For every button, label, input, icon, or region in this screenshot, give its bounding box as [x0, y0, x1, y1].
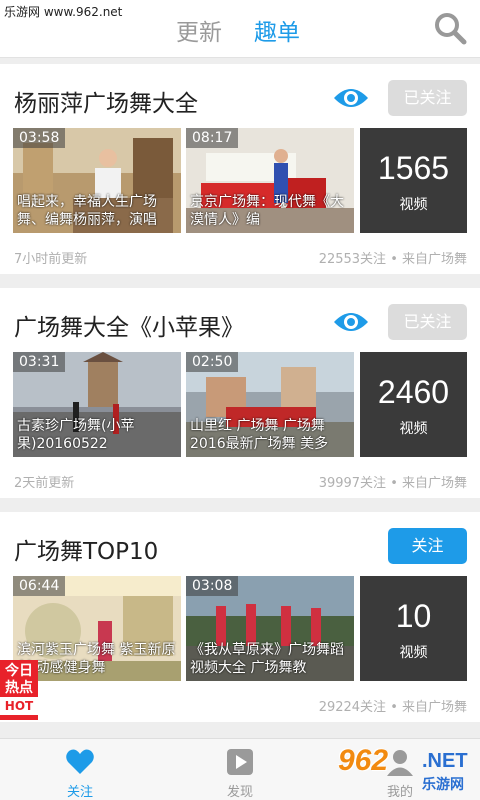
- video-thumbnail[interactable]: 03:58 唱起来，幸福人生广场舞、编舞杨丽萍，演唱: [13, 128, 181, 233]
- tab-update[interactable]: 更新: [176, 13, 222, 47]
- video-count-label: 视频: [399, 197, 428, 213]
- video-duration: 08:17: [186, 128, 239, 148]
- video-duration: 06:44: [13, 576, 66, 596]
- video-thumbnail[interactable]: 08:17 京京广场舞：现代舞《大漠情人》编: [186, 128, 354, 233]
- eye-icon[interactable]: [333, 84, 369, 112]
- video-title: 唱起来，幸福人生广场舞、编舞杨丽萍，演唱: [17, 194, 157, 228]
- eye-icon[interactable]: [333, 308, 369, 336]
- nav-follow[interactable]: 关注: [40, 747, 120, 800]
- follow-button[interactable]: 关注: [388, 528, 467, 564]
- playlist-meta: 29224关注 • 来自广场舞: [318, 700, 467, 715]
- video-thumbnail[interactable]: 03:08 《我从草原来》广场舞蹈视频大全 广场舞教: [186, 576, 354, 681]
- video-title: 山里红 广场舞 广场舞2016最新广场舞 美多: [190, 418, 329, 452]
- logo-number: 962: [338, 744, 389, 777]
- playlist-title: 杨丽萍广场舞大全: [14, 91, 198, 117]
- nav-discover[interactable]: 发现: [200, 747, 280, 800]
- follow-button[interactable]: 已关注: [388, 304, 467, 340]
- video-duration: 03:58: [13, 128, 66, 148]
- search-icon[interactable]: [433, 11, 467, 45]
- video-count: 1565: [377, 150, 450, 186]
- nav-follow-label: 关注: [66, 785, 93, 800]
- playlist-card-1[interactable]: 杨丽萍广场舞大全 已关注 03:58 唱起来，幸福人生广场舞、编舞杨丽萍，演唱: [0, 64, 480, 274]
- follow-button[interactable]: 已关注: [388, 80, 467, 116]
- hot-badge[interactable]: 今日 热点 HOT: [0, 660, 38, 720]
- hot-badge-line3: HOT: [0, 697, 38, 715]
- updated-time: 7小时前更新: [14, 252, 88, 267]
- video-thumbnail[interactable]: 03:31 古素珍广场舞(小苹果)20160522: [13, 352, 181, 457]
- playlist-title: 广场舞TOP10: [14, 539, 159, 565]
- site-logo: 962 .NET 乐游网: [338, 744, 474, 796]
- video-title: 滨河紫玉广场舞 紫玉新原创 动感健身舞: [17, 642, 176, 676]
- playlist-meta: 22553关注 • 来自广场舞: [318, 252, 467, 267]
- video-title: 古素珍广场舞(小苹果)20160522: [17, 418, 135, 452]
- video-count-tile[interactable]: 10 视频: [360, 576, 467, 681]
- watermark-text: 乐游网 www.962.net: [0, 0, 123, 24]
- video-title: 《我从草原来》广场舞蹈视频大全 广场舞教: [190, 642, 344, 676]
- video-count: 2460: [377, 374, 450, 410]
- video-count: 10: [395, 598, 432, 634]
- playlist-meta: 39997关注 • 来自广场舞: [318, 476, 467, 491]
- updated-time: 2天前更新: [14, 476, 75, 491]
- heart-icon: [66, 749, 94, 774]
- hot-badge-line2: 热点: [5, 680, 33, 696]
- playlist-card-3[interactable]: 广场舞TOP10 关注 06:44 滨河紫玉广场舞 紫玉新原创 动感健身舞 03…: [0, 512, 480, 722]
- video-count-tile[interactable]: 2460 视频: [360, 352, 467, 457]
- playlist-card-2[interactable]: 广场舞大全《小苹果》 已关注 03:31 古素珍广场舞(小苹果)20160522…: [0, 288, 480, 498]
- video-count-label: 视频: [399, 421, 428, 437]
- video-thumbnail[interactable]: 02:50 山里红 广场舞 广场舞2016最新广场舞 美多: [186, 352, 354, 457]
- video-duration: 02:50: [186, 352, 239, 372]
- tab-qudan[interactable]: 趣单: [254, 13, 300, 47]
- play-icon: [227, 749, 253, 775]
- video-duration: 03:31: [13, 352, 66, 372]
- hot-badge-line1: 今日: [5, 663, 33, 679]
- nav-discover-label: 发现: [226, 785, 253, 800]
- logo-net: .NET: [422, 750, 468, 772]
- video-count-label: 视频: [399, 645, 428, 661]
- video-duration: 03:08: [186, 576, 239, 596]
- logo-cn: 乐游网: [422, 777, 464, 793]
- video-title: 京京广场舞：现代舞《大漠情人》编: [190, 194, 344, 228]
- playlist-title: 广场舞大全《小苹果》: [14, 315, 244, 341]
- video-thumbnail[interactable]: 06:44 滨河紫玉广场舞 紫玉新原创 动感健身舞: [13, 576, 181, 681]
- video-count-tile[interactable]: 1565 视频: [360, 128, 467, 233]
